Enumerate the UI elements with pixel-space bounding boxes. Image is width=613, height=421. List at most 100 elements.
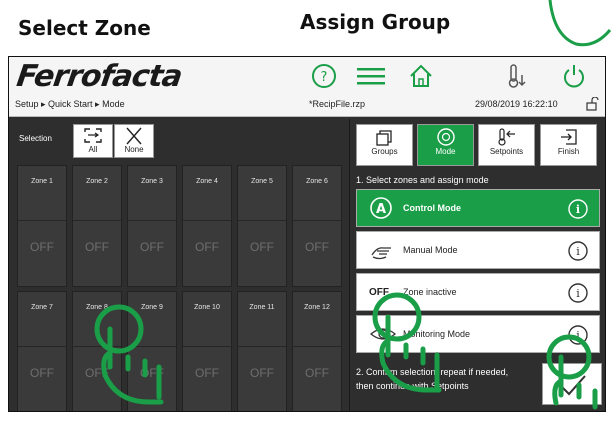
zone-tile[interactable]: Zone 9 OFF: [127, 291, 177, 411]
confirm-button[interactable]: [542, 363, 602, 405]
zone-state: OFF: [85, 366, 109, 380]
finish-icon: [560, 129, 577, 145]
tab-mode[interactable]: Mode: [417, 124, 474, 166]
zone-state: OFF: [250, 366, 274, 380]
tab-setpoints[interactable]: Setpoints: [478, 124, 535, 166]
zone-label: Zone 10: [194, 304, 220, 311]
svg-text:i: i: [576, 287, 580, 300]
zone-divider: [73, 346, 121, 347]
tab-groups[interactable]: Groups: [356, 124, 413, 166]
zone-label: Zone 7: [31, 304, 53, 311]
zone-divider: [238, 346, 286, 347]
zone-label: Zone 1: [31, 178, 53, 185]
zone-tile[interactable]: Zone 12 OFF: [292, 291, 342, 411]
zone-divider: [238, 220, 286, 221]
mode-control-label: Control Mode: [403, 203, 461, 213]
caption-select-zone: Select Zone: [18, 16, 151, 40]
eye-icon: [369, 328, 397, 340]
zone-label: Zone 8: [86, 304, 108, 311]
zone-tile[interactable]: Zone 8 OFF: [72, 291, 122, 411]
info-icon[interactable]: i: [567, 282, 589, 304]
zone-state: OFF: [30, 240, 54, 254]
zone-state: OFF: [195, 366, 219, 380]
tab-setpoints-label: Setpoints: [489, 147, 524, 156]
zone-tile[interactable]: Zone 3 OFF: [127, 165, 177, 287]
caption-assign-group: Assign Group: [300, 10, 451, 34]
zone-divider: [128, 220, 176, 221]
zone-divider: [183, 220, 231, 221]
zone-state: OFF: [140, 366, 164, 380]
hmi-screen: Ferrofacta ? Setup ▸ Quick Start ▸ Mode …: [8, 56, 606, 412]
zone-tile[interactable]: Zone 5 OFF: [237, 165, 287, 287]
tab-groups-label: Groups: [371, 147, 398, 156]
zone-tile[interactable]: Zone 10 OFF: [182, 291, 232, 411]
check-icon: [560, 375, 586, 396]
tab-finish-label: Finish: [557, 147, 580, 156]
zone-divider: [183, 346, 231, 347]
zone-tile[interactable]: Zone 2 OFF: [72, 165, 122, 287]
zone-divider: [128, 346, 176, 347]
mode-off-prefix: OFF: [369, 287, 389, 298]
hand-icon: [371, 247, 391, 260]
mode-monitoring-label: Monitoring Mode: [403, 329, 471, 339]
selection-label: Selection: [19, 134, 52, 143]
zone-state: OFF: [305, 240, 329, 254]
zone-divider: [18, 346, 66, 347]
mode-manual-label: Manual Mode: [403, 245, 458, 255]
lock-icon[interactable]: [585, 97, 599, 111]
home-icon[interactable]: [407, 63, 435, 89]
zone-label: Zone 9: [141, 304, 163, 311]
thermometer-down-icon[interactable]: [505, 63, 529, 89]
select-none-label: None: [124, 145, 144, 154]
tab-finish[interactable]: Finish: [540, 124, 597, 166]
zone-divider: [293, 346, 341, 347]
select-all-label: All: [88, 145, 98, 154]
brand-logo: Ferrofacta: [14, 59, 184, 94]
tab-mode-label: Mode: [435, 147, 456, 156]
zone-label: Zone 2: [86, 178, 108, 185]
zone-label: Zone 12: [304, 304, 330, 311]
select-all-icon: [84, 128, 102, 143]
select-all-button[interactable]: All: [73, 124, 113, 158]
mode-manual-button[interactable]: Manual Mode i: [356, 231, 600, 269]
select-none-button[interactable]: None: [114, 124, 154, 158]
svg-text:i: i: [576, 329, 580, 342]
zone-tile[interactable]: Zone 1 OFF: [17, 165, 67, 287]
zone-tile[interactable]: Zone 6 OFF: [292, 165, 342, 287]
help-icon[interactable]: ?: [311, 63, 337, 89]
zone-tile[interactable]: Zone 11 OFF: [237, 291, 287, 411]
date-time: 29/08/2019 16:22:10: [475, 99, 558, 109]
info-icon[interactable]: i: [567, 240, 589, 262]
zone-state: OFF: [30, 366, 54, 380]
control-mode-icon: A: [370, 197, 392, 219]
selection-bar: Selection All None: [9, 119, 344, 159]
header-bar: Ferrofacta ? Setup ▸ Quick Start ▸ Mode …: [9, 57, 605, 117]
info-icon[interactable]: i: [567, 324, 589, 346]
zone-tile[interactable]: Zone 4 OFF: [182, 165, 232, 287]
zone-label: Zone 3: [141, 178, 163, 185]
zone-state: OFF: [140, 240, 164, 254]
step-2-instruction: 2. Confirm selection, repeat if needed, …: [356, 367, 509, 391]
groups-icon: [375, 130, 392, 146]
zone-label: Zone 5: [251, 178, 273, 185]
power-icon[interactable]: [561, 63, 587, 89]
zone-state: OFF: [305, 366, 329, 380]
breadcrumb: Setup ▸ Quick Start ▸ Mode: [15, 99, 125, 109]
close-icon: [126, 127, 142, 145]
svg-text:A: A: [376, 202, 386, 217]
zone-divider: [293, 220, 341, 221]
mode-monitoring-button[interactable]: Monitoring Mode i: [356, 315, 600, 353]
mode-inactive-button[interactable]: OFF Zone inactive i: [356, 273, 600, 311]
zone-label: Zone 6: [306, 178, 328, 185]
zone-label: Zone 4: [196, 178, 218, 185]
info-icon[interactable]: i: [567, 198, 589, 220]
menu-icon[interactable]: [355, 63, 387, 89]
svg-text:i: i: [576, 203, 580, 216]
mode-inactive-label: Zone inactive: [403, 287, 457, 297]
step-1-instruction: 1. Select zones and assign mode: [356, 175, 489, 185]
zone-tile[interactable]: Zone 7 OFF: [17, 291, 67, 411]
zone-label: Zone 11: [249, 304, 275, 311]
zone-state: OFF: [85, 240, 109, 254]
mode-control-button[interactable]: A Control Mode i: [356, 189, 600, 227]
zone-state: OFF: [250, 240, 274, 254]
